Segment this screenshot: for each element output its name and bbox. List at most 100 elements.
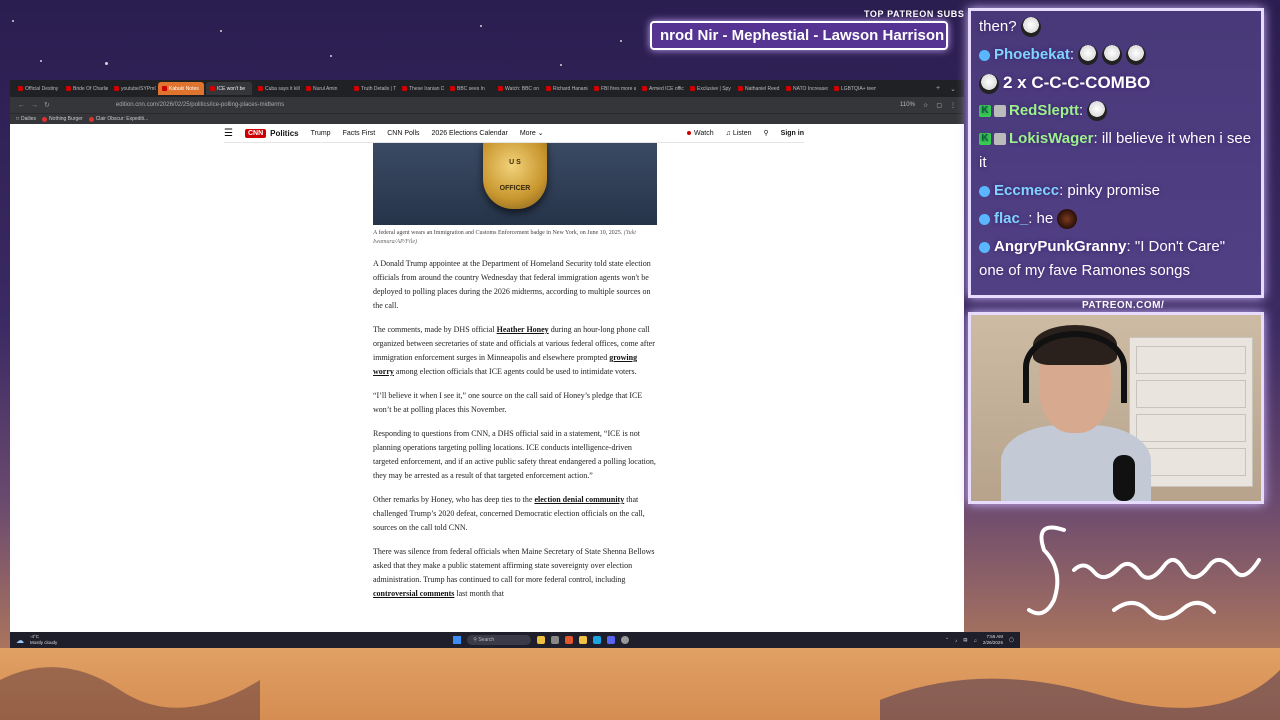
- chat-username[interactable]: Eccmecc: [994, 182, 1059, 199]
- paragraph: There was silence from federal officials…: [373, 547, 655, 598]
- subscriber-badge-icon: [994, 133, 1006, 146]
- favicon-icon: [354, 86, 359, 91]
- address-actions: 110% ☆ ▢ ⋮: [900, 102, 956, 109]
- bookmark-favicon-icon: [42, 116, 48, 122]
- bookmark-dailies[interactable]: □ Dailies: [16, 116, 36, 122]
- file-explorer-icon[interactable]: [579, 636, 588, 644]
- browser-tab[interactable]: NATO Increases: [782, 82, 828, 95]
- browser-tab[interactable]: Kabuki Notes: [158, 82, 204, 95]
- chat-username[interactable]: AngryPunkGranny: [994, 238, 1127, 255]
- browser-tab[interactable]: Official Destiny: [14, 82, 60, 95]
- notification-icon[interactable]: ◯: [1009, 637, 1014, 643]
- image-caption: A federal agent wears an Immigration and…: [373, 230, 636, 245]
- sign-in-button[interactable]: Sign in: [781, 130, 804, 137]
- browser-tab[interactable]: Bride Of Charlie: [62, 82, 108, 95]
- section-title[interactable]: Politics: [270, 129, 298, 138]
- extensions-icon[interactable]: ▢: [936, 102, 942, 109]
- browser-tab[interactable]: Truth Details | T: [350, 82, 396, 95]
- url-field[interactable]: edition.cnn.com/2026/02/25/politics/ice-…: [116, 102, 284, 108]
- chat-message: flac_: he: [979, 207, 1253, 231]
- favicon-icon: [162, 86, 167, 91]
- menu-icon[interactable]: ⋮: [950, 102, 956, 109]
- nav-more[interactable]: More ⌄: [520, 129, 544, 137]
- headphones-icon: ♫: [725, 129, 731, 137]
- nav-facts-first[interactable]: Facts First: [343, 130, 376, 137]
- new-tab-icon[interactable]: +: [936, 85, 940, 93]
- browser-tab[interactable]: FBI fires more a: [590, 82, 636, 95]
- chat-username[interactable]: LokisWager: [1009, 130, 1093, 147]
- chat-message: AngryPunkGranny: "I Don't Care" one of m…: [979, 238, 1226, 279]
- browser-tab[interactable]: Watch: BBC on c: [494, 82, 540, 95]
- chevron-up-icon[interactable]: ⌃: [945, 637, 949, 643]
- link-heather-honey[interactable]: Heather Honey: [497, 325, 549, 334]
- nav-cnn-polls[interactable]: CNN Polls: [387, 130, 419, 137]
- favicon-icon: [738, 86, 743, 91]
- network-icon[interactable]: ▤: [963, 637, 967, 643]
- emote-icon: [1020, 17, 1041, 38]
- link-election-denial[interactable]: election denial community: [534, 495, 624, 504]
- browser-tab[interactable]: ICE won't be: [206, 82, 252, 95]
- bookmark-nothing-burger[interactable]: Nothing Burger: [42, 116, 83, 122]
- listen-button[interactable]: ♫ Listen: [726, 130, 752, 137]
- discord-icon[interactable]: [607, 636, 616, 644]
- nav-elections-calendar[interactable]: 2026 Elections Calendar: [432, 130, 508, 137]
- back-icon[interactable]: ←: [18, 102, 25, 109]
- favicon-icon: [114, 86, 119, 91]
- nav-trump[interactable]: Trump: [311, 130, 331, 137]
- favicon-icon: [18, 86, 23, 91]
- favicon-icon: [498, 86, 503, 91]
- link-controversial-comments[interactable]: controversial comments: [373, 589, 454, 598]
- live-dot-icon: [687, 130, 692, 135]
- search-icon[interactable]: ⚲: [764, 129, 769, 137]
- browser-tab[interactable]: Richard Hanania: [542, 82, 588, 95]
- browser-tab[interactable]: Exclusive | Spy n: [686, 82, 732, 95]
- chat-username[interactable]: Phoebekat: [994, 46, 1070, 63]
- hamburger-icon[interactable]: ☰: [224, 128, 233, 139]
- browser-tab[interactable]: Armed ICE offic: [638, 82, 684, 95]
- bookmark-favicon-icon: [88, 116, 94, 122]
- subscriber-badge-icon: [994, 105, 1006, 118]
- obs-icon[interactable]: [621, 636, 630, 644]
- browser-tab[interactable]: Nurul Amin: [302, 82, 348, 95]
- bookmark-clair-obscur[interactable]: Clair Obscur: Expediti...: [88, 116, 148, 122]
- browser-tab[interactable]: youtube/SYPmC: [110, 82, 156, 95]
- volume-icon[interactable]: ♫: [974, 638, 977, 643]
- browser-tab[interactable]: Cuba says it kill: [254, 82, 300, 95]
- weather-icon[interactable]: ☁: [16, 636, 24, 645]
- weather-widget[interactable]: -4°C Mostly cloudy: [30, 634, 57, 646]
- article-hero-image: U S OFFICER: [373, 143, 657, 225]
- task-view-icon[interactable]: [551, 636, 560, 644]
- chat-username[interactable]: flac_: [994, 210, 1028, 227]
- overlay-leaf-decoration: [0, 667, 1280, 720]
- mic-icon[interactable]: ♪: [955, 638, 957, 643]
- favicon-icon: [690, 86, 695, 91]
- kick-badge-icon: K: [979, 133, 991, 146]
- cnn-logo[interactable]: CNN: [244, 128, 267, 138]
- browser-tab[interactable]: These Iranian Di: [398, 82, 444, 95]
- zoom-level[interactable]: 110%: [900, 102, 915, 109]
- paragraph: Other remarks by Honey, who has deep tie…: [373, 495, 645, 532]
- start-button-icon[interactable]: [453, 636, 462, 644]
- browser-tab[interactable]: BBC sees In: [446, 82, 492, 95]
- star-icon[interactable]: ☆: [923, 102, 928, 109]
- favicon-icon: [594, 86, 599, 91]
- favicon-icon: [834, 86, 839, 91]
- system-tray: ⌃ ♪ ▤ ♫ 7:56 AM 2/26/2026 ◯: [945, 634, 1014, 646]
- reload-icon[interactable]: ↻: [44, 101, 50, 109]
- forward-icon[interactable]: →: [31, 102, 38, 109]
- clock[interactable]: 7:56 AM 2/26/2026: [983, 634, 1003, 646]
- firefox-icon[interactable]: [565, 636, 574, 644]
- taskbar-search[interactable]: ⚲ Search: [467, 635, 532, 645]
- browser-tab[interactable]: Nathaniel Reed: [734, 82, 780, 95]
- tab-bar: Official Destiny Bride Of Charlie youtube/…: [10, 80, 964, 97]
- taskbar-app-icon[interactable]: [593, 636, 602, 644]
- browser-tab[interactable]: LGBTQIA+ teen: [830, 82, 876, 95]
- cnn-nav: ☰ CNN Politics Trump Facts First CNN Pol…: [224, 124, 804, 143]
- windows-taskbar: ☁ -4°C Mostly cloudy ⚲ Search ⌃ ♪ ▤ ♫ 7:…: [10, 632, 1020, 648]
- favicon-icon: [450, 86, 455, 91]
- chat-username[interactable]: RedSleptt: [1009, 102, 1079, 119]
- chevron-down-icon[interactable]: ⌄: [950, 85, 956, 93]
- search-icon: ⚲: [473, 637, 477, 643]
- taskbar-app-icon[interactable]: [537, 636, 546, 644]
- watch-button[interactable]: Watch: [687, 130, 714, 137]
